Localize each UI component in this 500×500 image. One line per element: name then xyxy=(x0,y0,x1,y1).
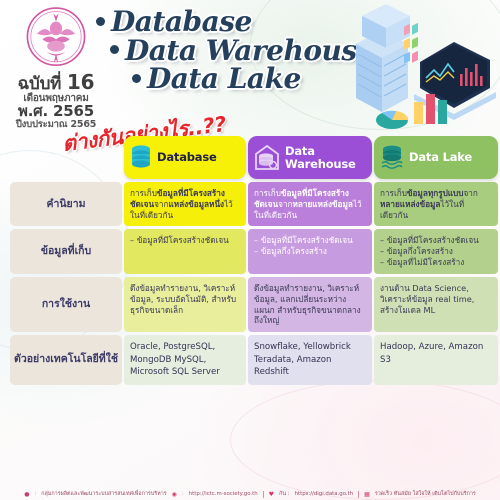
row-label-definition: คำนิยาม xyxy=(10,182,122,227)
footer-colon-2: : xyxy=(181,491,184,497)
seg-bold: ข้อมูลทุกรูปแบบ xyxy=(406,188,464,198)
document-icon: ▦ xyxy=(364,490,370,498)
footer-colon-1: : xyxy=(34,491,37,497)
footer-follow-url[interactable]: https://digi.data.go.th xyxy=(295,491,354,497)
seg: การเก็บ xyxy=(380,188,407,198)
footer-divider xyxy=(262,490,264,498)
cell-definition-warehouse: การเก็บข้อมูลที่มีโครงสร้างชัดเจนจากหลาย… xyxy=(248,182,372,227)
pie-chart-icon xyxy=(376,110,409,129)
column-header-data-warehouse[interactable]: Data Warehouse xyxy=(248,136,372,179)
seg-bold: หลายแหล่งข้อมูล xyxy=(380,198,441,209)
footer-org: กลุ่มการผลิตและพัฒนาระบบสารสนเทศเพื่อการ… xyxy=(41,491,167,497)
colored-data-blocks-icon xyxy=(404,22,418,64)
issue-year: พ.ศ. 2565 xyxy=(18,102,94,121)
table-corner-blank xyxy=(10,136,122,179)
cell-usage-database: ดึงข้อมูลทำรายงาน, วิเคราะห์ข้อมูล, ระบบ… xyxy=(124,276,246,333)
cell-usage-lake: งานด้าน Data Science, วิเคราะห์ข้อมูล re… xyxy=(374,276,498,333)
column-header-label-database: Database xyxy=(157,150,217,165)
bullet-dot-icon xyxy=(96,16,105,26)
issue-label: ฉบับที่ xyxy=(17,74,62,94)
list-item: – ข้อมูลที่มีโครงสร้างชัดเจน xyxy=(380,235,479,246)
garuda-seal-icon xyxy=(26,7,86,67)
rowlabel-line1: ตัวอย่าง xyxy=(14,353,51,366)
seg-bold: แหล่งข้อมูลหนึ่ง xyxy=(168,198,225,209)
seg: การเก็บ xyxy=(254,188,281,198)
list-item: – ข้อมูลที่มีโครงสร้างชัดเจน xyxy=(254,235,353,246)
bullet-dot-icon xyxy=(132,73,141,83)
column-header-database[interactable]: Database xyxy=(124,136,246,179)
cell-tech-lake: Hadoop, Azure, Amazon S3 xyxy=(374,335,498,385)
seg: จาก xyxy=(278,198,293,209)
list-item: – ข้อมูลที่ไม่มีโครงสร้าง xyxy=(380,257,465,268)
list-item: – ข้อมูลกึ่งโครงสร้าง xyxy=(380,246,453,257)
column-header-label-data-lake: Data Lake xyxy=(409,150,472,165)
seg: จาก xyxy=(463,188,478,198)
seg: การเก็บ xyxy=(130,188,157,198)
dw-label-line2: Warehouse xyxy=(285,156,356,171)
row-label-usage: การใช้งาน xyxy=(10,276,122,333)
column-header-label-data-warehouse: Data Warehouse xyxy=(285,145,356,170)
infographic-poster: ฉบับที่ 16 เดือนพฤษภาคม พ.ศ. 2565 ปีงบปร… xyxy=(0,0,500,500)
seg: จาก xyxy=(154,198,169,209)
footer-note: รวดเร็ว ทันสมัย ใส่ใจให้ เติบโตไปกับบริก… xyxy=(374,491,476,497)
issue-number: 16 xyxy=(66,70,95,94)
location-pin-icon: ● xyxy=(24,490,30,498)
cell-stored-warehouse: – ข้อมูลที่มีโครงสร้างชัดเจน – ข้อมูลกึ่… xyxy=(248,229,372,274)
footer: ● : กลุ่มการผลิตและพัฒนาระบบสารสนเทศเพื่… xyxy=(0,490,500,498)
footer-follow-label: กัน : xyxy=(279,491,290,497)
warehouse-house-icon xyxy=(255,144,279,170)
cell-stored-database: – ข้อมูลที่มีโครงสร้างชัดเจน xyxy=(124,229,246,274)
cell-usage-warehouse: ดึงข้อมูลทำรายงาน, วิเคราะห์ข้อมูล, แลกเ… xyxy=(248,276,372,333)
isometric-data-illustration xyxy=(356,4,496,129)
comparison-table: Database Data Warehouse Data Lake คำนิยา… xyxy=(10,136,498,385)
issue-block: ฉบับที่ 16 เดือนพฤษภาคม พ.ศ. 2565 ปีงบปร… xyxy=(8,4,104,130)
cell-definition-lake: การเก็บข้อมูลทุกรูปแบบจากหลายแหล่งข้อมูล… xyxy=(374,182,498,227)
globe-icon: ◉ xyxy=(171,490,177,498)
cell-definition-database: การเก็บข้อมูลที่มีโครงสร้างชัดเจนจากแหล่… xyxy=(124,182,246,227)
footer-site-link[interactable]: http://ictc.m-society.go.th xyxy=(189,491,258,497)
seg-bold: หลายแหล่งข้อมูล xyxy=(292,198,353,209)
list-item: – ข้อมูลกึ่งโครงสร้าง xyxy=(254,246,327,257)
bullet-dot-icon xyxy=(110,45,119,55)
row-label-technologies: ตัวอย่าง เทคโนโลยีที่ใช้ xyxy=(10,335,122,385)
heart-icon: ♥ xyxy=(268,490,275,498)
decorative-swirl xyxy=(230,380,500,500)
title-text-3: Data Lake xyxy=(147,62,301,96)
cell-stored-lake: – ข้อมูลที่มีโครงสร้างชัดเจน – ข้อมูลกึ่… xyxy=(374,229,498,274)
cell-tech-database: Oracle, PostgreSQL, MongoDB MySQL, Micro… xyxy=(124,335,246,385)
database-cylinder-icon xyxy=(132,144,150,168)
rowlabel-line2: เทคโนโลยีที่ใช้ xyxy=(50,353,118,366)
column-header-data-lake[interactable]: Data Lake xyxy=(374,136,498,179)
server-racks-icon xyxy=(356,4,410,112)
data-lake-waves-icon xyxy=(381,145,403,169)
list-item: – ข้อมูลที่มีโครงสร้างชัดเจน xyxy=(130,235,229,246)
row-label-stored-data: ข้อมูลที่เก็บ xyxy=(10,229,122,274)
footer-divider xyxy=(358,490,360,498)
cell-tech-warehouse: Snowflake, Yellowbrick Teradata, Amazon … xyxy=(248,335,372,385)
